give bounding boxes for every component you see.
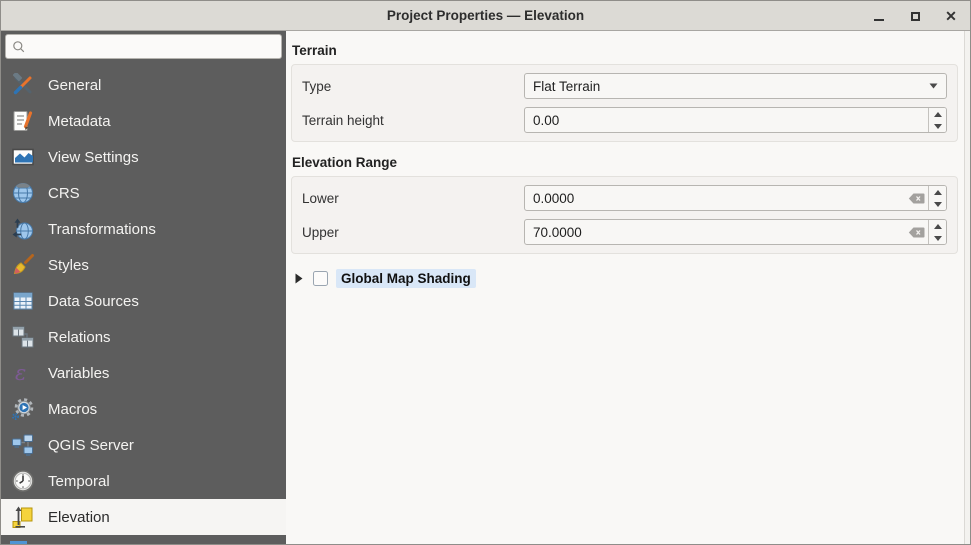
maximize-button[interactable] [908,9,922,23]
general-icon [11,73,35,97]
sidebar-item-temporal[interactable]: Temporal [1,463,286,499]
search-icon [11,39,27,55]
project-properties-dialog: Project Properties — Elevation ✕ [0,0,971,545]
titlebar: Project Properties — Elevation ✕ [1,1,970,31]
clear-value-icon[interactable] [904,186,928,210]
spin-up-icon[interactable] [929,220,946,232]
terrain-height-label: Terrain height [302,113,524,128]
data-sources-icon [11,289,35,313]
transformations-icon [11,217,35,241]
spin-up-icon[interactable] [929,186,946,198]
terrain-height-spinbox[interactable]: 0.00 [524,107,947,133]
terrain-section-title: Terrain [292,43,958,58]
upper-value: 70.0000 [525,225,904,240]
clear-value-icon[interactable] [904,220,928,244]
macros-icon [11,397,35,421]
sidebar-item-elevation[interactable]: Elevation [1,499,286,535]
sidebar-item-relations[interactable]: Relations [1,319,286,355]
sidebar-item-macros[interactable]: Macros [1,391,286,427]
lower-value: 0.0000 [525,191,904,206]
upper-spinbox[interactable]: 70.0000 [524,219,947,245]
global-map-shading-checkbox[interactable] [313,271,328,286]
variables-icon: ε [11,361,35,385]
elevation-icon [11,505,35,529]
expander-collapsed-icon[interactable] [295,273,305,285]
lower-spinbox[interactable]: 0.0000 [524,185,947,211]
window-controls: ✕ [872,1,958,31]
styles-icon [11,253,35,277]
clipped-next-item-icon [10,541,27,544]
minimize-button[interactable] [872,9,886,23]
sidebar-nav: General Metadata [1,63,286,544]
sidebar-item-label: CRS [48,185,80,202]
view-settings-icon [11,145,35,169]
sidebar-item-label: Elevation [48,509,110,526]
elevation-settings-panel: Terrain Type Flat Terrain Terrain height [286,31,965,544]
sidebar-item-transformations[interactable]: Transformations [1,211,286,247]
crs-icon [11,181,35,205]
sidebar-item-label: Variables [48,365,109,382]
sidebar-search[interactable] [5,34,282,59]
spin-up-icon[interactable] [929,108,946,120]
sidebar-item-data-sources[interactable]: Data Sources [1,283,286,319]
temporal-icon [11,469,35,493]
spin-down-icon[interactable] [929,120,946,132]
terrain-height-value: 0.00 [525,113,928,128]
sidebar-item-styles[interactable]: Styles [1,247,286,283]
window-title: Project Properties — Elevation [387,8,584,23]
global-map-shading-label[interactable]: Global Map Shading [336,269,476,288]
sidebar-item-label: QGIS Server [48,437,134,454]
terrain-type-value: Flat Terrain [525,79,920,94]
scrollbar-gutter [965,31,970,544]
terrain-group-box: Type Flat Terrain Terrain height 0.00 [291,64,958,142]
sidebar-item-label: Transformations [48,221,156,238]
sidebar-item-label: Metadata [48,113,111,130]
qgis-server-icon [11,433,35,457]
sidebar-item-label: Data Sources [48,293,139,310]
elevation-range-section-title: Elevation Range [292,155,958,170]
sidebar-item-general[interactable]: General [1,67,286,103]
sidebar-item-label: View Settings [48,149,139,166]
sidebar-item-metadata[interactable]: Metadata [1,103,286,139]
sidebar-item-crs[interactable]: CRS [1,175,286,211]
sidebar-item-label: General [48,77,101,94]
sidebar-item-qgis-server[interactable]: QGIS Server [1,427,286,463]
spin-down-icon[interactable] [929,232,946,244]
sidebar: General Metadata [1,31,286,544]
sidebar-item-variables[interactable]: ε Variables [1,355,286,391]
metadata-icon [11,109,35,133]
sidebar-item-view-settings[interactable]: View Settings [1,139,286,175]
upper-label: Upper [302,225,524,240]
terrain-type-label: Type [302,79,524,94]
sidebar-item-label: Relations [48,329,111,346]
relations-icon [11,325,35,349]
search-input[interactable] [31,39,276,54]
global-map-shading-row: Global Map Shading [295,269,958,288]
chevron-down-icon [920,74,946,98]
terrain-type-dropdown[interactable]: Flat Terrain [524,73,947,99]
sidebar-item-label: Temporal [48,473,110,490]
sidebar-item-label: Styles [48,257,89,274]
sidebar-item-label: Macros [48,401,97,418]
spin-down-icon[interactable] [929,198,946,210]
svg-text:ε: ε [15,361,26,385]
lower-label: Lower [302,191,524,206]
elevation-range-group-box: Lower 0.0000 [291,176,958,254]
close-button[interactable]: ✕ [944,9,958,23]
